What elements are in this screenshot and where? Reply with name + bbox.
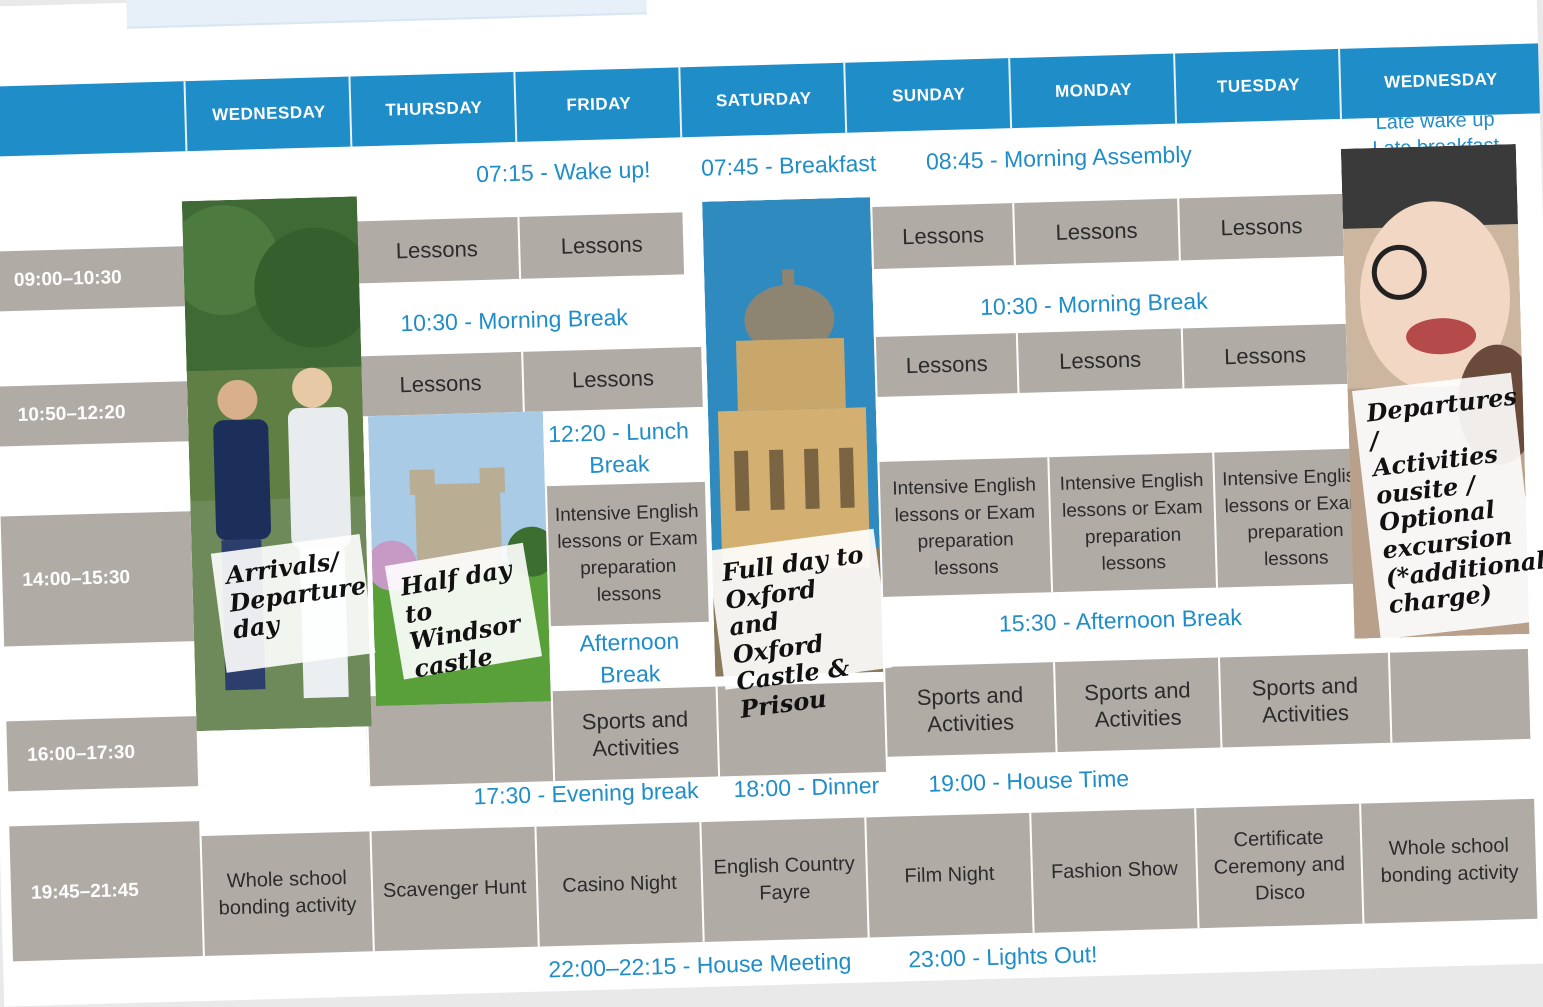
evening-activity-cell: Certificate Ceremony and Disco bbox=[1194, 803, 1363, 929]
windsor-note: Half day to Windsor castle bbox=[384, 542, 543, 683]
departures-note: Departures / Activities ousite / Optiona… bbox=[1352, 372, 1543, 640]
lessons-cell: Lessons bbox=[873, 333, 1018, 398]
day-header: WEDNESDAY bbox=[183, 76, 353, 152]
lessons-cell: Lessons bbox=[1180, 323, 1348, 389]
assembly-time: 08:45 - Morning Assembly bbox=[925, 141, 1193, 175]
wake-up-time: 07:15 - Wake up! bbox=[475, 156, 651, 188]
evening-activity-cell: Film Night bbox=[864, 812, 1033, 938]
house-meeting: 22:00–22:15 - House Meeting bbox=[548, 947, 852, 983]
sports-cell: Sports and Activities bbox=[550, 686, 719, 782]
lessons-cell: Lessons bbox=[356, 351, 523, 417]
lessons-cell: Lessons bbox=[870, 203, 1014, 270]
oxford-note: Full day to Oxford and Oxford Castle & P… bbox=[706, 528, 893, 724]
lessons-cell: Lessons bbox=[517, 212, 685, 279]
sports-cell: Sports and Activities bbox=[1053, 657, 1221, 753]
time-label: 14:00–15:30 bbox=[0, 511, 195, 647]
morning-break: 10:30 - Morning Break bbox=[979, 287, 1208, 321]
day-header-row: WEDNESDAY THURSDAY FRIDAY SATURDAY SUNDA… bbox=[0, 43, 1542, 157]
breakfast-time: 07:45 - Breakfast bbox=[700, 149, 877, 181]
lessons-cell: Lessons bbox=[352, 216, 520, 284]
evening-activity-cell: Whole school bonding activity bbox=[199, 831, 373, 957]
evening-break: 17:30 - Evening break bbox=[473, 777, 699, 810]
evening-activity-cell: Casino Night bbox=[534, 822, 703, 947]
day-header: THURSDAY bbox=[348, 71, 518, 147]
intensive-lessons-cell: Intensive English lessons or Exam prepar… bbox=[877, 457, 1052, 597]
sports-cell: Sports and Activities bbox=[883, 662, 1056, 757]
lunch-break: 12:20 - Lunch Break bbox=[543, 414, 695, 483]
intensive-lessons-cell: Intensive English lessons or Exam prepar… bbox=[544, 481, 709, 627]
day-header: SATURDAY bbox=[678, 62, 848, 138]
top-strip bbox=[126, 0, 647, 29]
time-label: 09:00–10:30 bbox=[0, 246, 185, 312]
top-strip-mark bbox=[136, 0, 176, 13]
dinner-time: 18:00 - Dinner bbox=[733, 772, 880, 803]
afternoon-break-short: Afternoon Break bbox=[558, 624, 701, 692]
morning-break: 10:30 - Morning Break bbox=[399, 303, 629, 337]
day-header: TUESDAY bbox=[1173, 48, 1343, 124]
lessons-cell: Lessons bbox=[1012, 198, 1179, 266]
lessons-cell: Lessons bbox=[1177, 193, 1344, 261]
day-header: MONDAY bbox=[1008, 53, 1178, 129]
afternoon-break: 15:30 - Afternoon Break bbox=[998, 603, 1243, 637]
time-label: 10:50–12:20 bbox=[0, 381, 189, 447]
arrivals-note: Arrivals/ Departure day bbox=[210, 533, 376, 673]
lessons-cell: Lessons bbox=[1015, 328, 1183, 394]
intensive-lessons-cell: Intensive English lessons or Exam prepar… bbox=[1047, 452, 1217, 593]
day-header: FRIDAY bbox=[513, 67, 683, 142]
evening-activity-cell: Scavenger Hunt bbox=[369, 826, 538, 952]
evening-activity-cell: Fashion Show bbox=[1029, 808, 1198, 933]
time-label: 16:00–17:30 bbox=[6, 716, 199, 792]
lights-out: 23:00 - Lights Out! bbox=[907, 941, 1098, 973]
day-header: SUNDAY bbox=[843, 58, 1013, 133]
timetable-sheet: WEDNESDAY THURSDAY FRIDAY SATURDAY SUNDA… bbox=[0, 0, 1543, 1007]
evening-activity-cell: Whole school bonding activity bbox=[1359, 798, 1538, 924]
evening-activity-cell: English Country Fayre bbox=[699, 817, 868, 943]
sports-cell: Sports and Activities bbox=[1217, 652, 1391, 748]
lessons-cell: Lessons bbox=[521, 346, 703, 412]
time-label: 19:45–21:45 bbox=[9, 821, 203, 962]
empty-cell bbox=[1387, 648, 1531, 743]
house-time: 19:00 - House Time bbox=[928, 765, 1130, 797]
